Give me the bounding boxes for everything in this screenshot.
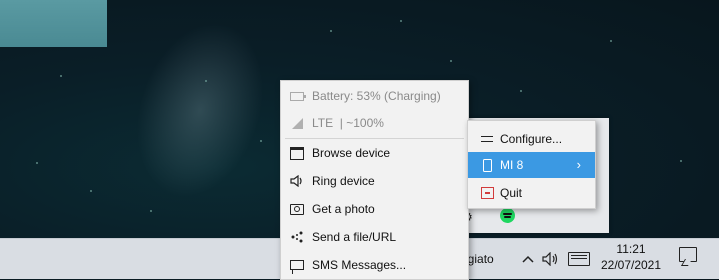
clock-date: 22/07/2021 [600,258,662,272]
star [520,90,522,92]
folder-icon [290,146,304,160]
menu-item-get-photo[interactable]: Get a photo [281,197,468,221]
menu-item-ring-device[interactable]: Ring device [281,169,468,193]
star [260,140,262,142]
menu-item-label: Get a photo [312,202,375,216]
chevron-right-icon: › [576,157,581,172]
star [90,190,92,192]
star [205,80,207,82]
share-icon [290,230,304,244]
chat-icon [290,258,304,274]
star [400,20,402,22]
star [680,160,682,162]
wallpaper-haze [115,5,285,215]
menu-item-label: Ring device [312,174,375,188]
submenu-item-label: Quit [500,186,523,200]
star [610,40,612,42]
menu-item-battery: Battery: 53% (Charging) [281,84,468,108]
submenu-item-label: MI 8 [500,158,524,172]
star [150,210,152,212]
star [36,162,38,164]
menu-item-label: Browse device [312,146,391,160]
star [450,60,452,62]
volume-icon[interactable] [538,244,564,274]
clock[interactable]: 11:21 22/07/2021 [598,241,664,273]
submenu-item-label: Configure... [500,132,563,146]
device-context-menu: Battery: 53% (Charging) LTE | ~100% Brow… [280,80,469,280]
notification-icon[interactable] [679,247,697,262]
clock-time: 11:21 [616,242,646,256]
star [330,30,332,32]
menu-item-label: Battery: 53% (Charging) [312,89,441,103]
submenu-item-configure[interactable]: Configure... [468,126,595,152]
submenu-item-device[interactable]: MI 8 › [468,152,595,178]
menu-item-label: LTE | ~100% [312,116,384,130]
device-submenu: Configure... MI 8 › Quit [467,120,596,209]
menu-item-label: Send a file/URL [312,230,397,244]
signal-icon [290,116,304,130]
camera-icon [290,202,304,216]
battery-icon [290,89,306,103]
menu-item-sms-messages[interactable]: SMS Messages... [281,253,468,277]
menu-separator [285,138,464,139]
background-window[interactable] [0,0,107,47]
star [60,75,62,77]
phone-icon [480,158,494,172]
menu-item-send-file[interactable]: Send a file/URL [281,225,468,249]
speaker-icon [290,174,304,188]
sliders-icon [480,135,494,144]
keyboard-icon[interactable] [566,244,592,274]
menu-item-network: LTE | ~100% [281,111,468,135]
submenu-item-quit[interactable]: Quit [468,180,595,206]
spotify-icon[interactable] [500,208,515,223]
quit-icon [480,187,494,199]
menu-item-label: SMS Messages... [312,258,407,272]
menu-item-browse-device[interactable]: Browse device [281,141,468,165]
